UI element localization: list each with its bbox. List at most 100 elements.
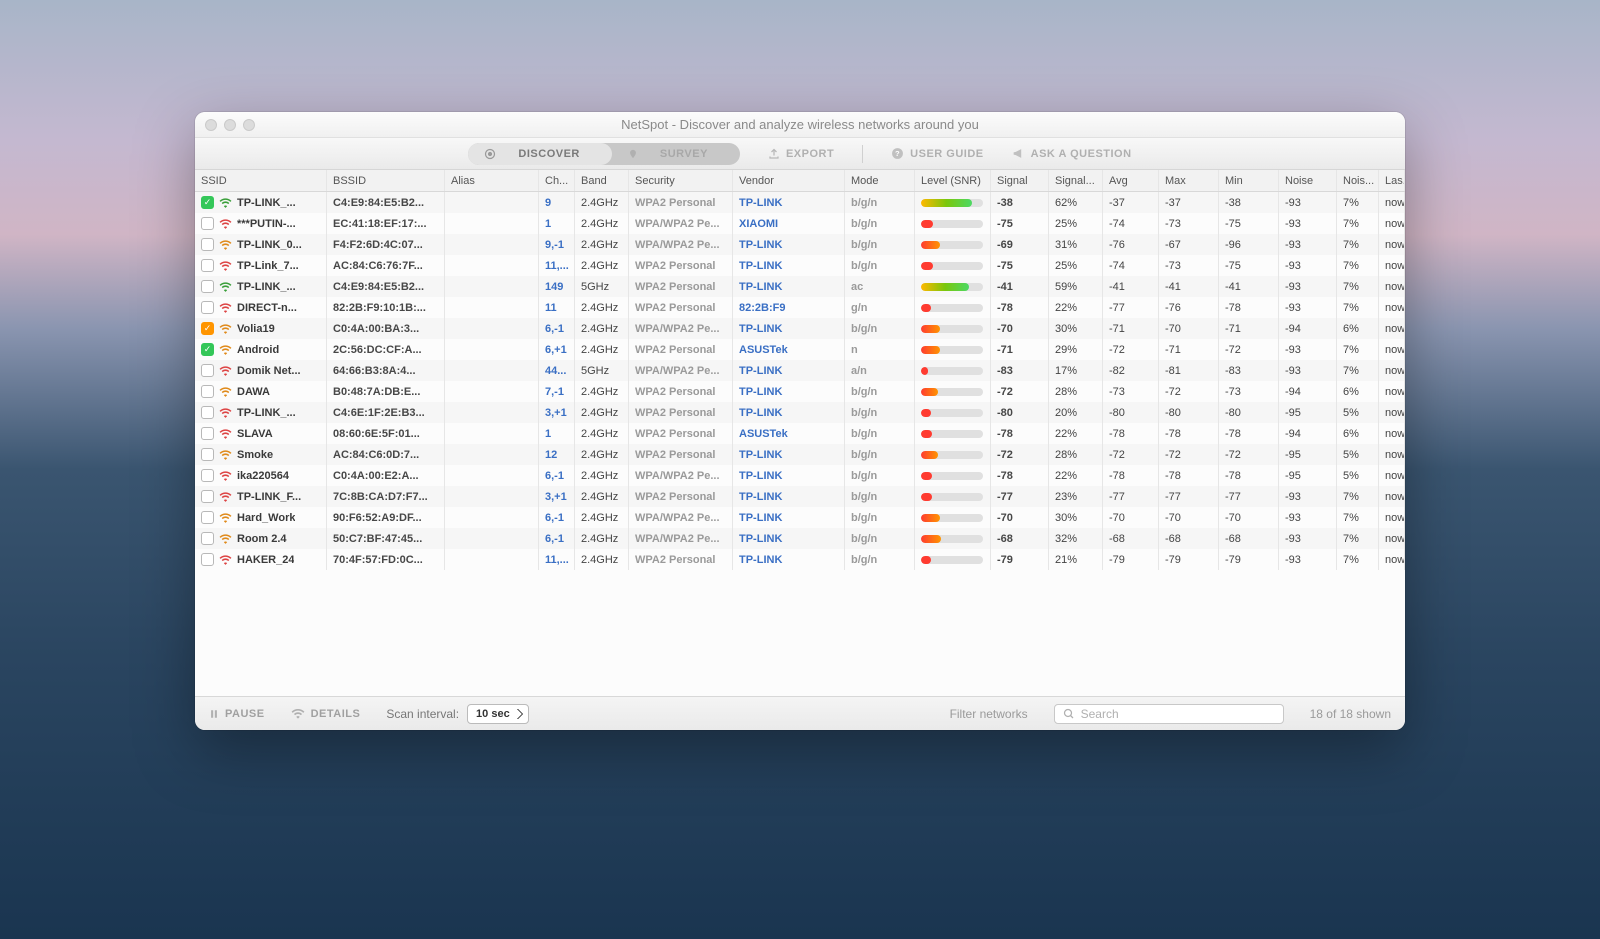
row-checkbox[interactable] [201,490,214,503]
user-guide-button[interactable]: ? USER GUIDE [891,147,983,160]
row-checkbox[interactable] [201,364,214,377]
table-row[interactable]: HAKER_2470:4F:57:FD:0C...11,...2.4GHzWPA… [195,549,1405,570]
row-checkbox[interactable]: ✓ [201,343,214,356]
alias-cell[interactable] [445,444,539,465]
col-vendor[interactable]: Vendor [733,170,845,191]
channel-text: 6,-1 [545,533,564,545]
col-min[interactable]: Min [1219,170,1279,191]
row-checkbox[interactable] [201,217,214,230]
table-row[interactable]: DIRECT-n...82:2B:F9:10:1B:...112.4GHzWPA… [195,297,1405,318]
table-row[interactable]: SmokeAC:84:C6:0D:7...122.4GHzWPA2 Person… [195,444,1405,465]
search-input[interactable]: Search [1054,704,1284,724]
row-checkbox[interactable] [201,532,214,545]
table-row[interactable]: TP-LINK_0...F4:F2:6D:4C:07...9,-12.4GHzW… [195,234,1405,255]
table-row[interactable]: TP-Link_7...AC:84:C6:76:7F...11,...2.4GH… [195,255,1405,276]
security-text: WPA2 Personal [635,302,716,314]
alias-cell[interactable] [445,402,539,423]
table-row[interactable]: TP-LINK_...C4:E9:84:E5:B2...1495GHzWPA2 … [195,276,1405,297]
col-channel[interactable]: Ch... [539,170,575,191]
row-checkbox[interactable] [201,238,214,251]
col-security[interactable]: Security [629,170,733,191]
security-text: WPA/WPA2 Pe... [635,470,720,482]
alias-cell[interactable] [445,255,539,276]
close-traffic-light[interactable] [205,119,217,131]
alias-cell[interactable] [445,465,539,486]
row-checkbox[interactable] [201,469,214,482]
last-seen-text: now [1385,365,1405,377]
col-last[interactable]: Las... [1379,170,1405,191]
alias-cell[interactable] [445,549,539,570]
alias-cell[interactable] [445,423,539,444]
pause-button[interactable]: PAUSE [209,708,265,720]
alias-cell[interactable] [445,234,539,255]
alias-cell[interactable] [445,528,539,549]
row-checkbox[interactable] [201,553,214,566]
ask-question-button[interactable]: ASK A QUESTION [1012,147,1132,160]
avg-text: -82 [1109,365,1125,377]
security-text: WPA/WPA2 Pe... [635,239,720,251]
table-row[interactable]: SLAVA08:60:6E:5F:01...12.4GHzWPA2 Person… [195,423,1405,444]
row-checkbox[interactable] [201,448,214,461]
survey-tab[interactable]: SURVEY [612,143,740,165]
shown-count: 18 of 18 shown [1310,707,1391,721]
wifi-icon [219,471,232,481]
alias-cell[interactable] [445,276,539,297]
row-checkbox[interactable] [201,511,214,524]
table-row[interactable]: ✓Android2C:56:DC:CF:A...6,+12.4GHzWPA2 P… [195,339,1405,360]
table-row[interactable]: Domik Net...64:66:B3:8A:4...44...5GHzWPA… [195,360,1405,381]
row-checkbox[interactable]: ✓ [201,322,214,335]
table-row[interactable]: ***PUTIN-...EC:41:18:EF:17:...12.4GHzWPA… [195,213,1405,234]
last-seen-text: now [1385,428,1405,440]
zoom-traffic-light[interactable] [243,119,255,131]
noise-text: -93 [1285,344,1301,356]
col-signal[interactable]: Signal [991,170,1049,191]
col-alias[interactable]: Alias [445,170,539,191]
alias-cell[interactable] [445,213,539,234]
alias-cell[interactable] [445,339,539,360]
col-bssid[interactable]: BSSID [327,170,445,191]
col-noise[interactable]: Noise [1279,170,1337,191]
channel-text: 12 [545,449,557,461]
col-signal-pct[interactable]: Signal... [1049,170,1103,191]
bssid-text: C4:6E:1F:2E:B3... [333,407,425,419]
row-checkbox[interactable] [201,301,214,314]
alias-cell[interactable] [445,507,539,528]
alias-cell[interactable] [445,360,539,381]
row-checkbox[interactable] [201,280,214,293]
alias-cell[interactable] [445,318,539,339]
col-ssid[interactable]: SSID [195,170,327,191]
row-checkbox[interactable]: ✓ [201,196,214,209]
scan-interval-select[interactable]: 10 sec [467,704,529,724]
table-row[interactable]: TP-LINK_F...7C:8B:CA:D7:F7...3,+12.4GHzW… [195,486,1405,507]
col-level[interactable]: Level (SNR) [915,170,991,191]
discover-tab[interactable]: DISCOVER [468,143,611,165]
ssid-text: Domik Net... [237,365,301,377]
alias-cell[interactable] [445,192,539,213]
details-button[interactable]: DETAILS [291,708,361,720]
last-seen-text: now [1385,512,1405,524]
table-row[interactable]: ✓Volia19C0:4A:00:BA:3...6,-12.4GHzWPA/WP… [195,318,1405,339]
vendor-text: TP-LINK [739,197,782,209]
table-row[interactable]: Hard_Work90:F6:52:A9:DF...6,-12.4GHzWPA/… [195,507,1405,528]
row-checkbox[interactable] [201,385,214,398]
wifi-icon [219,366,232,376]
table-row[interactable]: ika220564C0:4A:00:E2:A...6,-12.4GHzWPA/W… [195,465,1405,486]
table-row[interactable]: DAWAB0:48:7A:DB:E...7,-12.4GHzWPA2 Perso… [195,381,1405,402]
minimize-traffic-light[interactable] [224,119,236,131]
row-checkbox[interactable] [201,259,214,272]
table-row[interactable]: Room 2.450:C7:BF:47:45...6,-12.4GHzWPA/W… [195,528,1405,549]
col-mode[interactable]: Mode [845,170,915,191]
table-row[interactable]: ✓TP-LINK_...C4:E9:84:E5:B2...92.4GHzWPA2… [195,192,1405,213]
col-max[interactable]: Max [1159,170,1219,191]
table-row[interactable]: TP-LINK_...C4:6E:1F:2E:B3...3,+12.4GHzWP… [195,402,1405,423]
col-noise-pct[interactable]: Nois... [1337,170,1379,191]
signal-bar [921,409,983,417]
alias-cell[interactable] [445,297,539,318]
alias-cell[interactable] [445,486,539,507]
col-band[interactable]: Band [575,170,629,191]
row-checkbox[interactable] [201,427,214,440]
col-avg[interactable]: Avg [1103,170,1159,191]
alias-cell[interactable] [445,381,539,402]
row-checkbox[interactable] [201,406,214,419]
export-button[interactable]: EXPORT [768,148,834,160]
